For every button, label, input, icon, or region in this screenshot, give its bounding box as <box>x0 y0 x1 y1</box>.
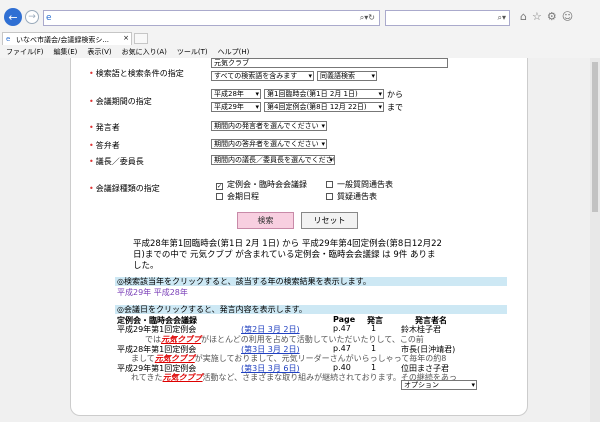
search-button[interactable]: 検索 <box>237 212 294 229</box>
toolbar-icons: ⌂ ☆ ⚙ ☺ <box>520 10 596 26</box>
chair-label: • 議長／委員長 <box>89 157 144 166</box>
period-from-session-select[interactable]: 第1回臨時会(第1日 2月 1日) <box>264 89 384 99</box>
speaker-select[interactable]: 期間内の発言者を選んでください <box>211 121 327 131</box>
header-page: Page <box>333 315 356 324</box>
content-area: •検索語と検索条件の指定 元気クラブ すべての検索語を含みます 同義語検索 •会… <box>0 58 600 422</box>
forward-arrow-icon[interactable]: → <box>25 10 39 24</box>
gear-icon[interactable]: ⚙ <box>547 10 557 26</box>
year-notice: ◎検索該当年をクリックすると、該当する年の検索結果を表示します。 <box>115 277 507 286</box>
unchecked-box <box>326 181 333 188</box>
keyword-input[interactable]: 元気クラブ <box>211 58 448 68</box>
unchecked-box <box>216 193 223 200</box>
tab-bar: e いなべ市議会/会議録検索シ... × <box>0 32 600 45</box>
checkbox-regular-minutes[interactable]: ✓ 定例会・臨時会会議録 <box>216 179 307 190</box>
unchecked-box <box>326 193 333 200</box>
menu-bar: ファイル(F) 編集(E) 表示(V) お気に入り(A) ツール(T) ヘルプ(… <box>0 45 600 58</box>
result-turn: 1 <box>371 363 377 372</box>
result-summary: 平成28年第1回臨時会(第1日 2月 1日) から 平成29年第4回定例会(第8… <box>133 239 442 271</box>
menu-file[interactable]: ファイル(F) <box>6 47 44 57</box>
checked-icon: ✓ <box>216 183 223 190</box>
options-select[interactable]: オプション <box>401 380 477 390</box>
reset-button[interactable]: リセット <box>301 212 358 229</box>
browser-tab[interactable]: e いなべ市議会/会議録検索シ... × <box>2 32 132 45</box>
period-to-suffix: まで <box>387 103 403 112</box>
synonym-select[interactable]: 同義語検索 <box>317 71 377 81</box>
result-turn: 1 <box>371 324 377 333</box>
year-links[interactable]: 平成29年 平成28年 <box>117 287 188 298</box>
menu-tools[interactable]: ツール(T) <box>177 47 208 57</box>
search-icon[interactable]: ⌕▾ <box>498 13 507 23</box>
result-turn: 1 <box>371 344 377 353</box>
period-from-suffix: から <box>387 90 403 99</box>
period-to-year-select[interactable]: 平成29年 <box>211 102 261 112</box>
period-from-year-select[interactable]: 平成28年 <box>211 89 261 99</box>
period-to-session-select[interactable]: 第4回定例会(第8日 12月 22日) <box>264 102 384 112</box>
search-page: •検索語と検索条件の指定 元気クラブ すべての検索語を含みます 同義語検索 •会… <box>70 58 528 416</box>
checkbox-question-notice[interactable]: 質疑通告表 <box>326 191 377 202</box>
chair-select[interactable]: 期間内の議長／委員長を選んでください <box>211 155 335 165</box>
speaker-label: • 発言者 <box>89 123 120 132</box>
meeting-notice: ◎会議日をクリックすると、発言内容を表示します。 <box>115 305 507 314</box>
browser-chrome: ← → e ⌕▾↻ ⌕▾ ⌂ ☆ ⚙ ☺ e いなべ市議会/会議録検索シ... … <box>0 0 600 58</box>
favorites-star-icon[interactable]: ☆ <box>532 10 542 26</box>
home-icon[interactable]: ⌂ <box>520 10 527 26</box>
menu-view[interactable]: 表示(V) <box>87 47 111 57</box>
period-label: • 会議期間の指定 <box>89 97 152 106</box>
result-page: p.40 <box>333 363 351 372</box>
minutes-type-label: • 会議録種類の指定 <box>89 184 160 193</box>
menu-help[interactable]: ヘルプ(H) <box>218 47 250 57</box>
search-box[interactable]: ⌕▾ <box>385 10 510 26</box>
menu-edit[interactable]: 編集(E) <box>54 47 78 57</box>
keyword-label: • 検索語と検索条件の指定 <box>89 69 184 78</box>
smiley-icon[interactable]: ☺ <box>562 10 573 26</box>
back-arrow-icon[interactable]: ← <box>4 8 22 26</box>
ie-page-icon: e <box>46 13 52 23</box>
menu-favorites[interactable]: お気に入り(A) <box>122 47 167 57</box>
answerer-label: • 答弁者 <box>89 141 120 150</box>
page-scrollbar[interactable] <box>590 58 600 422</box>
result-page: p.47 <box>333 324 351 333</box>
keyword-condition-select[interactable]: すべての検索語を含みます <box>211 71 314 81</box>
checkbox-general-questions[interactable]: 一般質問通告表 <box>326 179 393 190</box>
scroll-thumb[interactable] <box>592 62 598 212</box>
result-page: p.47 <box>333 344 351 353</box>
address-bar[interactable]: e ⌕▾↻ <box>43 10 380 26</box>
tab-title: いなべ市議会/会議録検索シ... <box>16 36 110 44</box>
answerer-select[interactable]: 期間内の答弁者を選んでください <box>211 139 327 149</box>
address-tools-icon[interactable]: ⌕▾↻ <box>360 13 375 23</box>
close-icon[interactable]: × <box>123 34 129 42</box>
tab-page-icon: e <box>6 35 11 43</box>
checkbox-session-schedule[interactable]: 会期日程 <box>216 191 259 202</box>
new-tab-button[interactable] <box>134 33 148 44</box>
